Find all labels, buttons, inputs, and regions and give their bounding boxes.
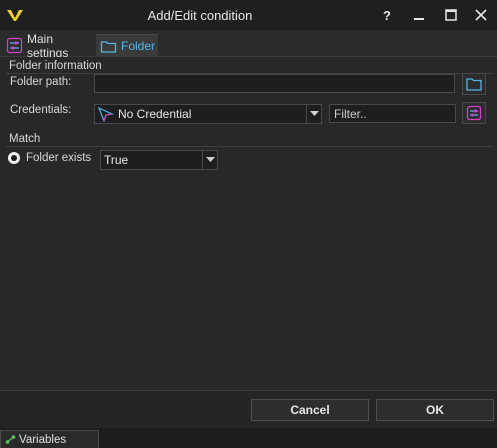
tab-folder-label: Folder bbox=[121, 39, 156, 53]
credentials-selected-value: No Credential bbox=[118, 107, 192, 121]
manage-credentials-button[interactable] bbox=[462, 102, 486, 124]
folder-exists-selected-value: True bbox=[104, 153, 129, 167]
credentials-label: Credentials: bbox=[10, 104, 72, 116]
tab-bar: Main settings Folder bbox=[0, 30, 497, 60]
browse-folder-button[interactable] bbox=[462, 73, 486, 95]
folder-exists-label: Folder exists bbox=[26, 152, 92, 164]
credentials-filter-text[interactable] bbox=[334, 106, 455, 121]
variables-label: Variables bbox=[19, 433, 67, 446]
folder-path-label: Folder path: bbox=[10, 76, 72, 88]
radio-dot bbox=[11, 155, 17, 161]
credential-icon bbox=[97, 106, 114, 122]
variables-tab[interactable]: Variables bbox=[0, 430, 99, 448]
dialog-footer: Cancel OK bbox=[0, 390, 497, 428]
bottom-panel-bar: Variables bbox=[0, 428, 497, 448]
ok-button[interactable]: OK bbox=[376, 399, 494, 421]
folder-exists-select[interactable]: True bbox=[100, 150, 218, 170]
chevron-down-icon[interactable] bbox=[202, 151, 217, 169]
folder-path-text[interactable] bbox=[99, 76, 454, 91]
cancel-button[interactable]: Cancel bbox=[251, 399, 369, 421]
match-caption: Match bbox=[9, 133, 41, 145]
folder-settings-panel: Folder information Folder path: Credenti… bbox=[0, 57, 497, 390]
credential-settings-icon bbox=[466, 105, 482, 121]
folder-tab-icon bbox=[100, 38, 117, 55]
help-icon[interactable]: ? bbox=[372, 0, 402, 30]
tab-main-settings-label: Main settings bbox=[27, 31, 69, 60]
window-title: Add/Edit condition bbox=[147, 8, 253, 23]
tab-main-settings[interactable]: Main settings bbox=[2, 31, 94, 60]
folder-browse-icon bbox=[466, 78, 482, 91]
maximize-icon[interactable] bbox=[436, 0, 466, 30]
credentials-filter-input[interactable] bbox=[329, 104, 456, 123]
credentials-select[interactable]: No Credential bbox=[94, 104, 322, 124]
variables-icon bbox=[5, 434, 16, 445]
folder-information-caption: Folder information bbox=[9, 60, 102, 72]
close-icon[interactable] bbox=[466, 0, 496, 30]
folder-path-input[interactable] bbox=[94, 74, 455, 93]
title-bar: Add/Edit condition ? bbox=[0, 0, 497, 30]
settings-tab-icon bbox=[6, 37, 23, 54]
chevron-down-icon[interactable] bbox=[306, 105, 321, 123]
folder-exists-radio[interactable] bbox=[8, 152, 20, 164]
minimize-icon[interactable] bbox=[404, 0, 434, 30]
group-divider bbox=[6, 146, 493, 147]
tab-folder[interactable]: Folder bbox=[96, 34, 158, 57]
